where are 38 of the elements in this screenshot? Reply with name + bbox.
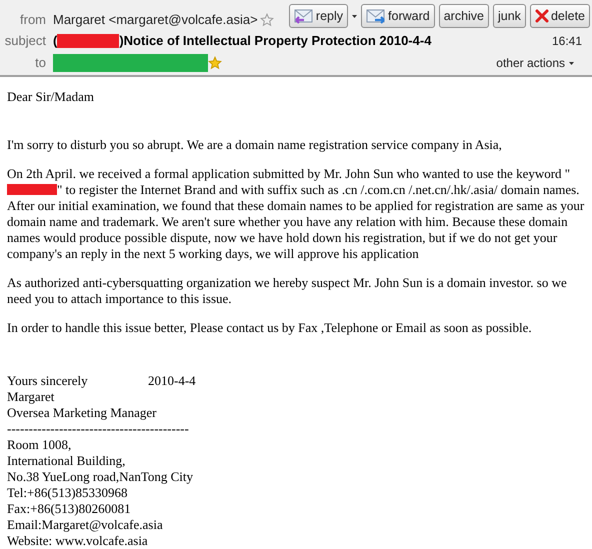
signature-line: Fax:+86(513)80260081 bbox=[7, 501, 132, 517]
subject-text: )Notice of Intellectual Property Protection 2010-4-4 bbox=[119, 32, 432, 50]
envelope-arrow-right-icon bbox=[366, 8, 386, 24]
paragraph-text: As authorized anti-cybersquatting organization we hereby suspect Mr. John Sun is a domain investor. so we need you to attach importance to this issue. bbox=[7, 275, 568, 307]
toolbar-button[interactable]: archive bbox=[438, 4, 489, 28]
closing-text: Yours sincerely bbox=[7, 373, 89, 389]
signature-line: Website: www.volcafe.asia bbox=[7, 533, 149, 549]
reply-button[interactable]: reply bbox=[288, 4, 348, 28]
greeting-text: Dear Sir/Madam bbox=[7, 89, 96, 105]
signature-line: Margaret bbox=[7, 389, 56, 405]
signature-line: International Building, bbox=[7, 453, 126, 469]
paragraph-text: On 2th April. we received a formal application submitted by Mr. John Sun who wanted to use the keyword " " to register the Internet Brand and with suffix such as .cn /.com.cn /.net.cn/.hk/.asia/ domain names. bbox=[7, 166, 580, 198]
paragraph-text: In order to handle this issue better, Please contact us by Fax ,Telephone or Email as soon as possible. bbox=[7, 320, 533, 336]
field-label: to bbox=[34, 54, 46, 72]
sender-address[interactable]: Margaret <margaret@volcafe.asia> bbox=[53, 10, 258, 30]
signature-line: Tel:+86(513)85330968 bbox=[7, 485, 129, 501]
star-icon[interactable] bbox=[260, 13, 274, 27]
star-icon[interactable] bbox=[208, 56, 222, 70]
envelope-arrow-left-icon bbox=[294, 8, 314, 24]
signature-line: ------------------------------------------ bbox=[7, 421, 190, 437]
toolbar-button[interactable]: junk bbox=[493, 4, 526, 28]
signature-line: Email:Margaret@volcafe.asia bbox=[7, 517, 164, 533]
delete-button[interactable]: delete bbox=[530, 4, 590, 28]
field-label: from bbox=[19, 11, 46, 30]
signature-line: Room 1008, bbox=[7, 437, 72, 453]
caret-icon[interactable] bbox=[569, 62, 574, 64]
cross-icon bbox=[534, 9, 549, 23]
subject-text: ( bbox=[53, 32, 58, 50]
field-label: subject bbox=[4, 32, 46, 50]
message-time: 16:41 bbox=[552, 33, 582, 50]
signature-line: No.38 YueLong road,NanTong City bbox=[7, 469, 194, 485]
signature-line: Oversea Marketing Manager bbox=[7, 405, 158, 421]
dropdown-caret-icon[interactable] bbox=[352, 14, 358, 18]
paragraph-text: I'm sorry to disturb you so abrupt. We are a domain name registration service company in Asia, bbox=[7, 137, 503, 153]
closing-date: 2010-4-4 bbox=[148, 373, 196, 389]
other-actions-menu[interactable]: other actions bbox=[496, 54, 574, 72]
forward-button[interactable]: forward bbox=[361, 4, 435, 28]
paragraph-text: After our initial examination, we found that these domain names to be applied for registration are same as your domain name and trademark. We aren't sure whether you have any relation with him. Because these domain names would produce possible dispute, now we have hold down his registration, but if we do not get your company's an reply in the next 5 working days, we will approve his application bbox=[7, 198, 585, 262]
